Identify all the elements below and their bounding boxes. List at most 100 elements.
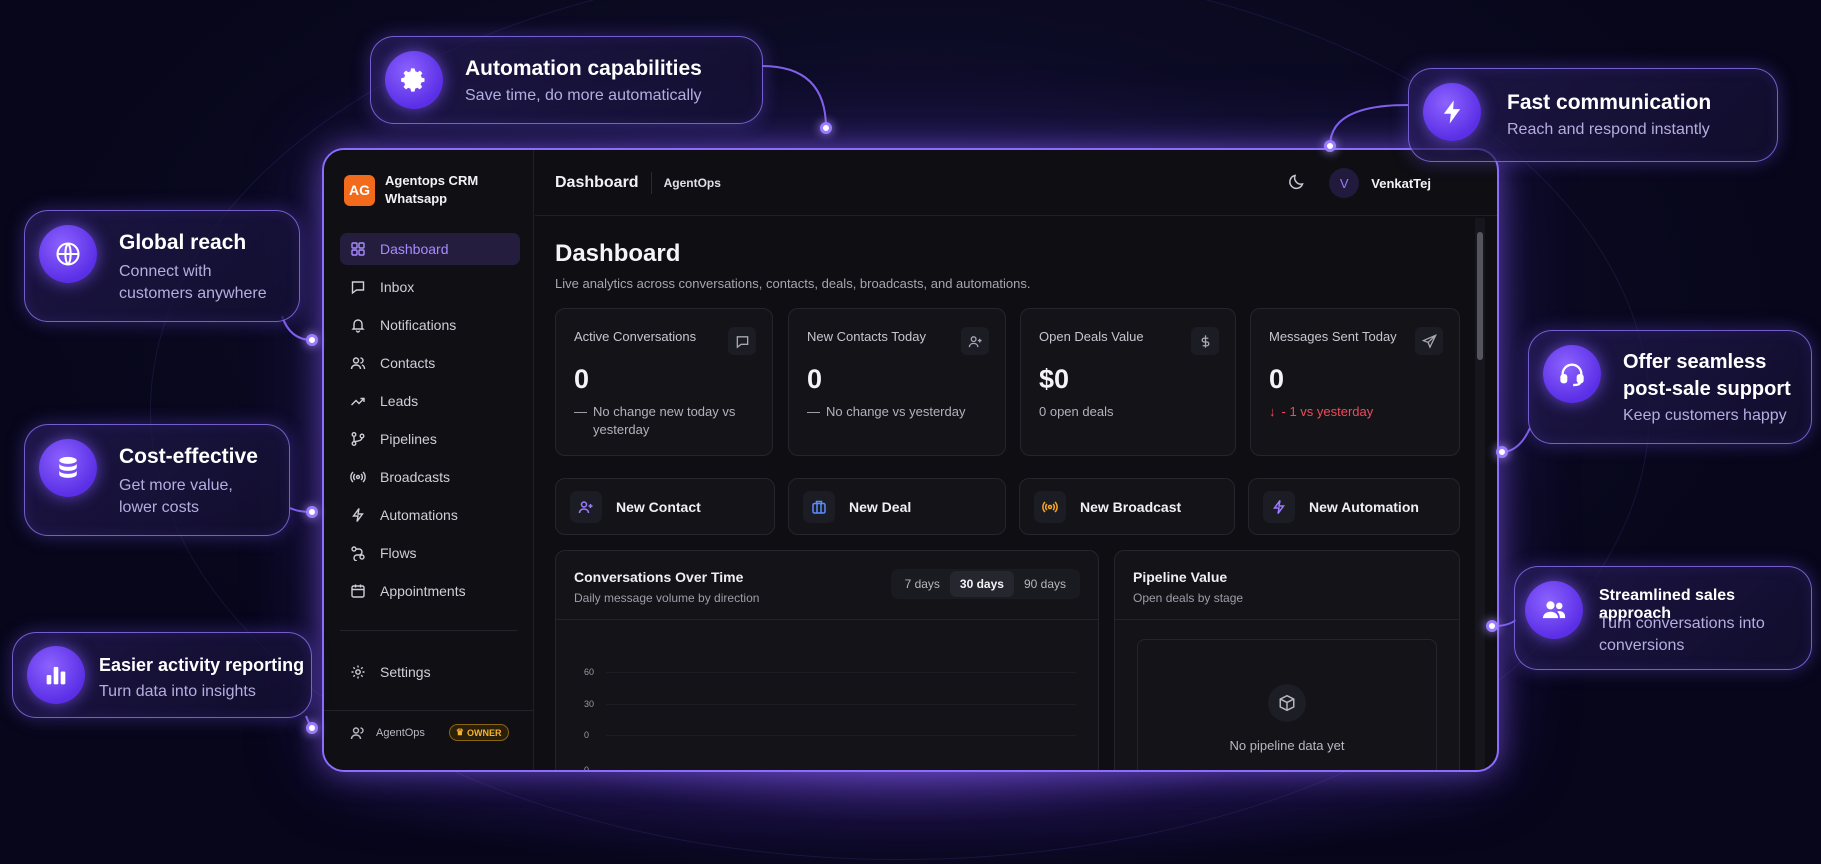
new-deal-button[interactable]: New Deal [788, 478, 1006, 535]
callout-post-sale-support: Offer seamless post-sale support Keep cu… [1528, 330, 1812, 444]
topbar-org[interactable]: AgentOps [664, 176, 721, 190]
sidebar-item-label: Notifications [380, 317, 457, 333]
sidebar-item-automations[interactable]: Automations [340, 499, 520, 531]
y-tick-label: 30 [584, 699, 595, 709]
callout-subtitle: Reach and respond instantly [1507, 121, 1710, 138]
sidebar-user-footer[interactable]: AgentOps ♛ OWNER [350, 724, 509, 741]
panel-subtitle: Open deals by stage [1133, 591, 1244, 605]
user-plus-icon [570, 490, 602, 523]
database-icon [39, 439, 97, 497]
calendar-icon [351, 584, 365, 598]
stat-note: 0 open deals [1039, 403, 1217, 421]
connector-dot [820, 122, 832, 134]
new-contact-button[interactable]: New Contact [555, 478, 775, 535]
callout-subtitle: Save time, do more automatically [465, 87, 702, 104]
connector-dot [306, 334, 318, 346]
stat-card-active-conversations: Active Conversations 0 — No change new t… [555, 308, 773, 456]
scrollbar[interactable] [1475, 218, 1485, 770]
stat-value: 0 [574, 364, 590, 394]
stat-card-messages-sent: Messages Sent Today 0 ↓ - 1 vs yesterday [1250, 308, 1460, 456]
chat-icon [728, 327, 756, 355]
sidebar-item-settings[interactable]: Settings [340, 656, 520, 688]
sidebar-item-label: Appointments [380, 583, 466, 599]
range-7-days-button[interactable]: 7 days [895, 571, 950, 597]
stat-note-text: No change new today vs yesterday [593, 404, 736, 437]
brand[interactable]: AG Agentops CRM Whatsapp [344, 172, 505, 208]
new-broadcast-button[interactable]: New Broadcast [1019, 478, 1235, 535]
grid-line [606, 735, 1076, 736]
stat-note-text: No change vs yesterday [826, 404, 966, 419]
callout-title: Fast communication [1507, 91, 1712, 114]
page-subtitle: Live analytics across conversations, con… [555, 276, 1031, 291]
bar-chart-icon [27, 646, 85, 704]
brand-logo: AG [344, 174, 375, 206]
new-automation-button[interactable]: New Automation [1248, 478, 1460, 535]
main-content: Dashboard Live analytics across conversa… [555, 240, 1460, 291]
contacts-icon [350, 357, 366, 370]
sidebar-item-label: Dashboard [380, 241, 449, 257]
sidebar-item-label: Inbox [380, 279, 415, 295]
trending-icon [351, 397, 365, 406]
panel-divider [556, 619, 1098, 620]
sidebar-item-appointments[interactable]: Appointments [340, 575, 520, 607]
panel-title: Conversations Over Time [574, 569, 744, 585]
action-label: New Broadcast [1080, 498, 1182, 515]
empty-state: No pipeline data yet [1137, 639, 1437, 770]
grid-line [606, 672, 1076, 673]
sidebar-divider [324, 710, 534, 711]
avatar: V [1329, 168, 1360, 198]
topbar-divider [650, 171, 652, 194]
moon-icon[interactable] [1287, 172, 1307, 192]
gear-icon [385, 51, 443, 109]
callout-title: Offer seamless post-sale support [1623, 351, 1791, 400]
scrollbar-thumb[interactable] [1477, 232, 1483, 360]
y-tick-label: 60 [584, 667, 595, 677]
stat-value: 0 [1269, 364, 1285, 394]
cube-icon [1268, 684, 1306, 722]
panel-subtitle: Daily message volume by direction [574, 591, 760, 605]
user-icon [350, 726, 364, 739]
connector-dot [1324, 140, 1336, 152]
sidebar-item-contacts[interactable]: Contacts [340, 347, 520, 379]
sidebar-item-inbox[interactable]: Inbox [340, 271, 520, 303]
y-tick-label: 0 [584, 730, 590, 740]
sidebar-item-broadcasts[interactable]: Broadcasts [340, 461, 520, 493]
sidebar-item-pipelines[interactable]: Pipelines [340, 423, 520, 455]
stat-note: ↓ - 1 vs yesterday [1269, 403, 1441, 421]
callout-streamlined-sales: Streamlined sales approach Turn conversa… [1514, 566, 1812, 670]
action-label: New Automation [1309, 498, 1419, 515]
y-tick-label: 0 [584, 765, 590, 772]
sidebar: AG Agentops CRM Whatsapp Dashboard Inbox… [324, 150, 534, 770]
sidebar-item-flows[interactable]: Flows [340, 537, 520, 569]
callout-title: Easier activity reporting [99, 655, 305, 675]
flow-icon [351, 546, 365, 561]
sidebar-item-notifications[interactable]: Notifications [340, 309, 520, 341]
stat-label: New Contacts Today [807, 329, 926, 344]
stat-note-text: 0 open deals [1039, 404, 1114, 419]
connector-dot [1486, 620, 1498, 632]
sidebar-item-dashboard[interactable]: Dashboard [340, 233, 520, 265]
broadcast-icon [1034, 490, 1066, 523]
bell-icon [351, 319, 365, 333]
range-90-days-button[interactable]: 90 days [1014, 571, 1076, 597]
sidebar-item-label: Flows [380, 545, 417, 561]
callout-title: Cost-effective [119, 445, 258, 468]
range-30-days-button[interactable]: 30 days [949, 571, 1014, 597]
dashboard-icon [351, 242, 365, 256]
conversations-panel: Conversations Over Time Daily message vo… [555, 550, 1099, 772]
callout-subtitle: Connect with customers anywhere [119, 263, 267, 302]
callout-activity-reporting: Easier activity reporting Turn data into… [12, 632, 312, 718]
user-menu[interactable]: V VenkatTej [1329, 168, 1431, 198]
connector-dot [1496, 446, 1508, 458]
briefcase-icon [803, 490, 835, 523]
app-window: AG Agentops CRM Whatsapp Dashboard Inbox… [322, 148, 1499, 772]
users-icon [1525, 581, 1583, 639]
crown-icon: ♛ [455, 727, 464, 737]
callout-subtitle: Keep customers happy [1623, 407, 1787, 424]
pipeline-icon [351, 432, 365, 446]
sidebar-item-leads[interactable]: Leads [340, 385, 520, 417]
action-label: New Contact [616, 498, 701, 515]
stat-card-open-deals: Open Deals Value $0 0 open deals [1020, 308, 1236, 456]
stat-card-new-contacts: New Contacts Today 0 — No change vs yest… [788, 308, 1006, 456]
callout-title: Automation capabilities [465, 57, 702, 80]
